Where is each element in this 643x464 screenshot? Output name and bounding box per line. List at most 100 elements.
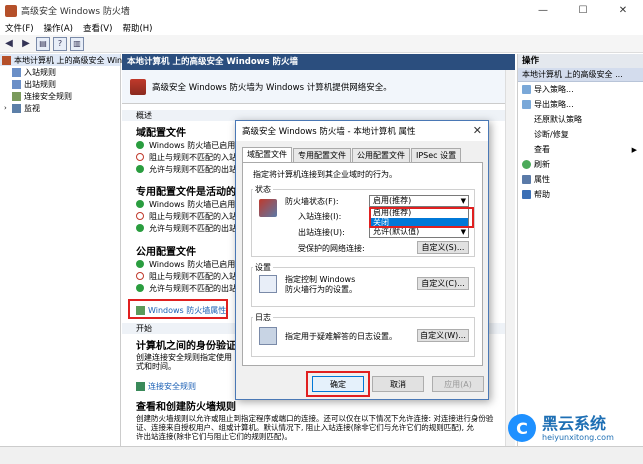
connection-security-link[interactable]: 连接安全规则 xyxy=(136,380,196,392)
action-pane-icon[interactable]: ▥ xyxy=(70,36,84,51)
settings-group-label: 设置 xyxy=(253,262,273,273)
menu-file[interactable]: 文件(F) xyxy=(0,22,39,34)
firewall-state-icon xyxy=(259,199,277,217)
dialog-title: 高级安全 Windows 防火墙 - 本地计算机 属性 xyxy=(242,127,416,137)
watermark-url: heiyunxitong.com xyxy=(542,432,614,442)
tree-item-connection-security[interactable]: 连接安全规则 xyxy=(0,90,120,102)
tab-private-profile[interactable]: 专用配置文件 xyxy=(293,148,351,162)
public-profile-section: 公用配置文件 Windows 防火墙已启用。 阻止与规则不匹配的入站连 允许与规… xyxy=(136,243,245,294)
tree-item-inbound-rules[interactable]: 入站规则 xyxy=(0,66,120,78)
submenu-arrow-icon: ▶ xyxy=(631,145,637,154)
properties-dialog: 高级安全 Windows 防火墙 - 本地计算机 属性 ✕ 域配置文件 专用配置… xyxy=(235,120,489,400)
check-icon xyxy=(136,200,144,208)
menu-view[interactable]: 查看(V) xyxy=(78,22,117,34)
outbound-label: 出站连接(U): xyxy=(298,228,345,237)
dialog-tabs: 域配置文件 专用配置文件 公用配置文件 IPSec 设置 xyxy=(242,147,462,163)
private-profile-title: 专用配置文件是活动的 xyxy=(136,187,236,198)
window-title: 高级安全 Windows 防火墙 xyxy=(21,7,130,17)
refresh-icon xyxy=(522,160,531,169)
action-label: 导入策略... xyxy=(534,85,574,94)
action-export-policy[interactable]: 导出策略... xyxy=(518,97,643,112)
auth-text-2: 式和时间。 xyxy=(136,361,176,371)
back-arrow-icon[interactable]: ◀ xyxy=(2,37,16,51)
content-scrollbar[interactable] xyxy=(505,70,515,446)
tree-item-label: 出站规则 xyxy=(24,79,56,89)
inbound-rules-icon xyxy=(12,67,21,77)
maximize-button[interactable]: ☐ xyxy=(563,0,603,21)
firewall-state-dropdown[interactable]: 启用(推荐) ▼ xyxy=(369,195,469,207)
content-header: 本地计算机 上的高级安全 Windows 防火墙 xyxy=(122,54,515,70)
action-label: 诊断/修复 xyxy=(534,130,569,139)
properties-icon xyxy=(522,175,531,184)
block-icon xyxy=(136,212,144,220)
log-file-icon xyxy=(259,327,277,345)
import-icon xyxy=(522,85,531,94)
minimize-button[interactable]: — xyxy=(523,0,563,21)
domain-profile-title: 域配置文件 xyxy=(136,128,186,139)
actions-header: 操作 xyxy=(518,54,643,68)
action-diagnose[interactable]: 诊断/修复 xyxy=(518,127,643,142)
tree-item-label: 入站规则 xyxy=(24,67,56,77)
actions-subheader[interactable]: 本地计算机 上的高级安全 ... xyxy=(518,68,643,82)
firewall-brick-icon xyxy=(130,78,146,95)
action-restore-default[interactable]: 还原默认策略 xyxy=(518,112,643,127)
action-view[interactable]: 查看 ▶ xyxy=(518,142,643,157)
action-refresh[interactable]: 刷新 xyxy=(518,157,643,172)
settings-list-icon xyxy=(259,275,277,293)
apply-button[interactable]: 应用(A) xyxy=(432,376,484,392)
action-import-policy[interactable]: 导入策略... xyxy=(518,82,643,97)
status-line: 允许与规则不匹配的出站连 xyxy=(149,223,245,233)
connection-security-icon xyxy=(12,91,21,101)
action-help[interactable]: 帮助 xyxy=(518,187,643,202)
status-bar xyxy=(0,446,643,464)
private-profile-section: 专用配置文件是活动的 Windows 防火墙已启用。 阻止与规则不匹配的入站连 … xyxy=(136,183,245,234)
action-label: 刷新 xyxy=(534,160,550,169)
monitor-icon xyxy=(12,103,21,113)
forward-arrow-icon[interactable]: ▶ xyxy=(19,37,33,51)
firewall-app-icon xyxy=(5,4,17,17)
logging-group-label: 日志 xyxy=(253,312,273,323)
tree-root-label: 本地计算机 上的高级安全 Wind xyxy=(14,55,128,65)
customize-protected-button[interactable]: 自定义(S)... xyxy=(417,241,469,254)
tree-root-node[interactable]: 本地计算机 上的高级安全 Wind xyxy=(0,54,127,66)
toolbar: ◀ ▶ ▤ ? ▥ xyxy=(0,35,643,53)
dialog-title-bar: 高级安全 Windows 防火墙 - 本地计算机 属性 xyxy=(236,121,488,141)
inbound-label: 入站连接(I): xyxy=(298,212,342,221)
profile-description: 指定将计算机连接到其企业域时的行为。 xyxy=(253,170,397,179)
check-icon xyxy=(136,260,144,268)
block-icon xyxy=(136,153,144,161)
action-label: 导出策略... xyxy=(534,100,574,109)
tab-panel: 指定将计算机连接到其企业域时的行为。 状态 防火墙状态(F): 启用(推荐) ▼… xyxy=(242,162,483,366)
protected-network-label: 受保护的网络连接: xyxy=(298,244,365,253)
highlight-state-dropdown xyxy=(369,207,474,228)
watermark-logo-icon: C xyxy=(508,414,536,442)
watermark-title: 黑云系统 xyxy=(542,413,607,433)
intro-text: 高级安全 Windows 防火墙为 Windows 计算机提供网络安全。 xyxy=(152,82,392,93)
csr-link-text: 连接安全规则 xyxy=(148,381,196,391)
cancel-button[interactable]: 取消 xyxy=(372,376,424,392)
firewall-state-value: 启用(推荐) xyxy=(373,196,412,205)
tree-item-monitor[interactable]: › 监视 xyxy=(0,102,120,114)
status-line: Windows 防火墙已启用。 xyxy=(149,259,244,269)
tree-item-outbound-rules[interactable]: 出站规则 xyxy=(0,78,120,90)
logging-description: 指定用于疑难解答的日志设置。 xyxy=(285,332,397,341)
menu-action[interactable]: 操作(A) xyxy=(39,22,78,34)
state-group-label: 状态 xyxy=(253,184,273,195)
expand-chevron-icon[interactable]: › xyxy=(4,104,12,112)
tab-public-profile[interactable]: 公用配置文件 xyxy=(352,148,410,162)
highlight-ok-button xyxy=(306,371,370,397)
view-rules-title: 查看和创建防火墙规则 xyxy=(136,402,236,413)
title-bar: 高级安全 Windows 防火墙 — ☐ ✕ xyxy=(0,0,643,21)
tab-domain-profile[interactable]: 域配置文件 xyxy=(242,147,292,162)
help-icon[interactable]: ? xyxy=(53,36,67,51)
close-button[interactable]: ✕ xyxy=(603,0,643,21)
action-properties[interactable]: 属性 xyxy=(518,172,643,187)
menu-help[interactable]: 帮助(H) xyxy=(117,22,157,34)
check-icon xyxy=(136,284,144,292)
customize-settings-button[interactable]: 自定义(C)... xyxy=(417,277,469,290)
action-label: 属性 xyxy=(534,175,550,184)
tab-ipsec-settings[interactable]: IPSec 设置 xyxy=(411,148,462,162)
dialog-close-icon[interactable]: ✕ xyxy=(473,124,482,137)
customize-logging-button[interactable]: 自定义(W)... xyxy=(417,329,469,342)
show-hide-tree-icon[interactable]: ▤ xyxy=(36,36,50,51)
